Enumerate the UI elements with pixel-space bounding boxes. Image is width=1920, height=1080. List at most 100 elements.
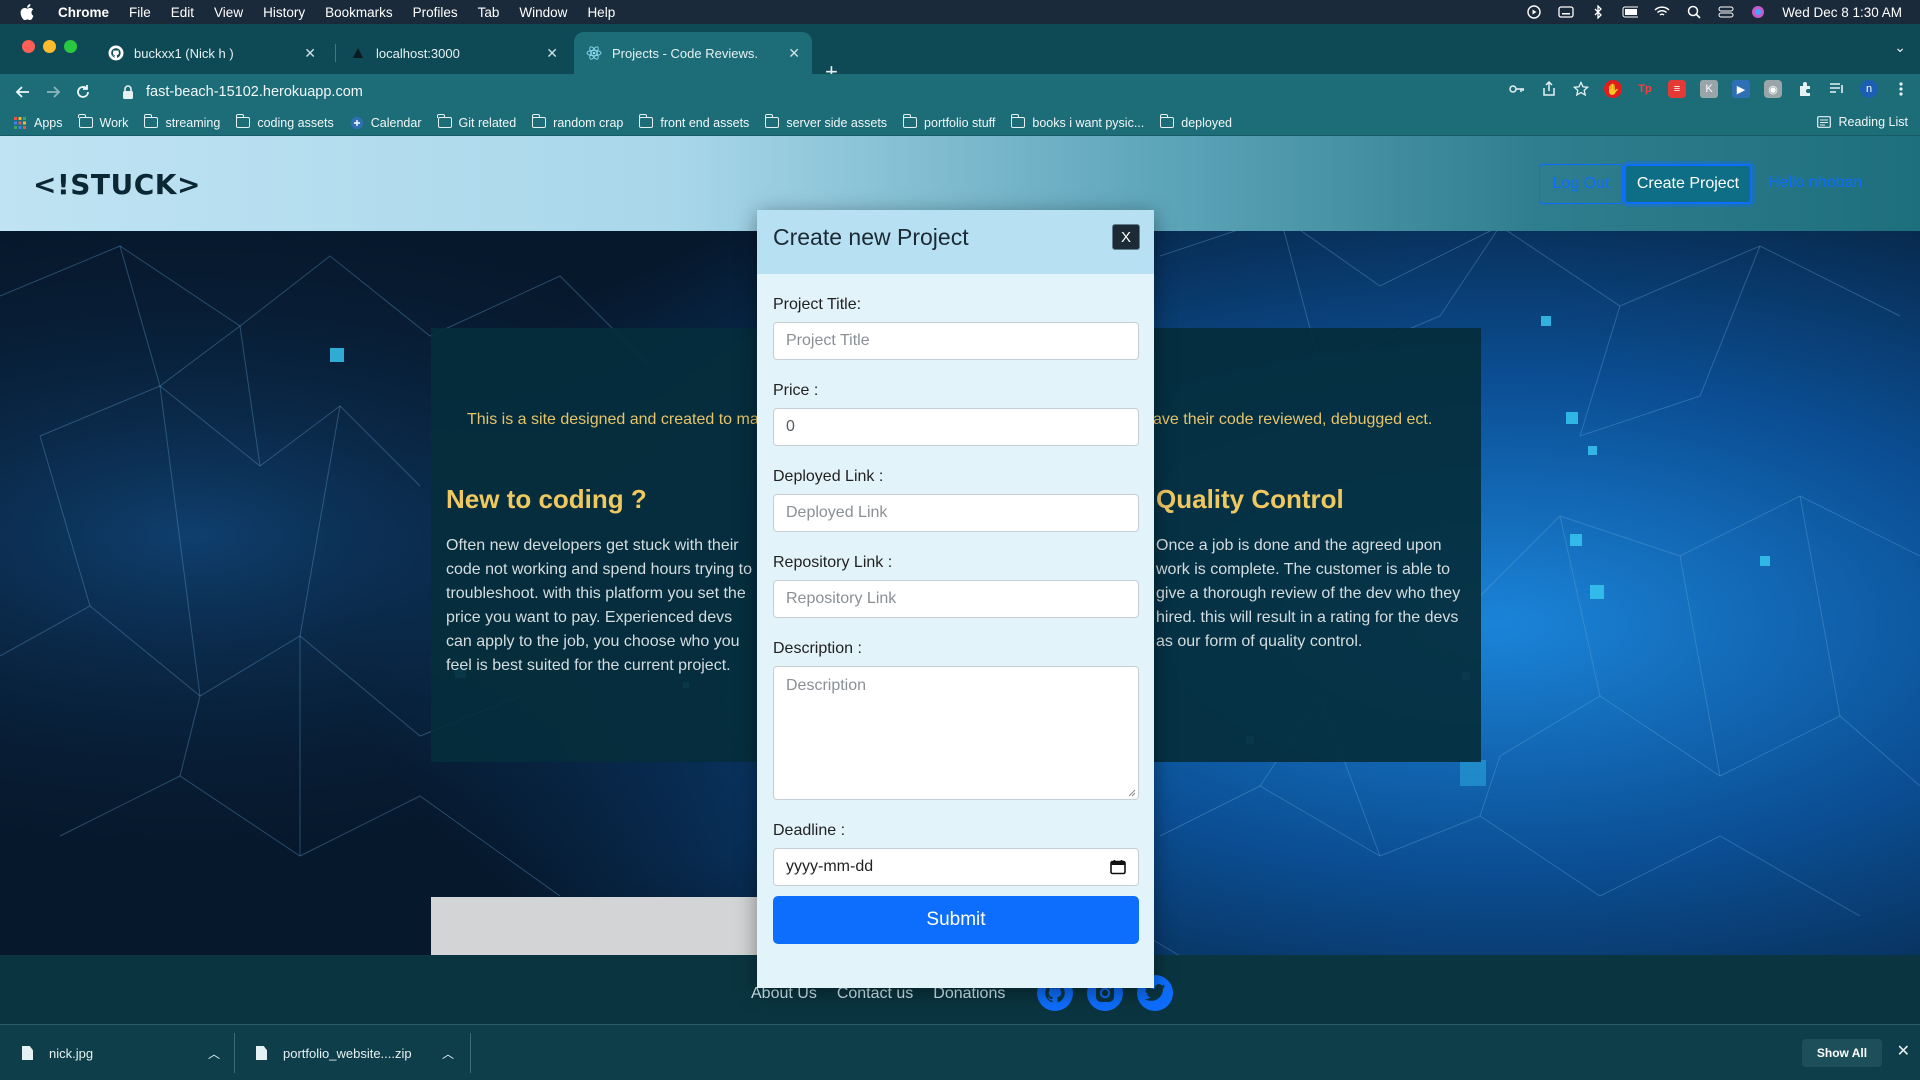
tab-projects-active[interactable]: Projects - Code Reviews. ✕ <box>574 32 812 74</box>
camera-extension-icon[interactable]: ◉ <box>1764 80 1782 98</box>
create-project-button[interactable]: Create Project <box>1624 164 1752 204</box>
menu-help[interactable]: Help <box>587 5 615 20</box>
bookmark-calendar[interactable]: Calendar <box>350 116 422 130</box>
address-bar[interactable]: fast-beach-15102.herokuapp.com <box>110 77 1710 107</box>
k-extension-icon[interactable]: K <box>1700 80 1718 98</box>
menu-history[interactable]: History <box>263 5 305 20</box>
menubar-clock[interactable]: Wed Dec 8 1:30 AM <box>1782 5 1902 20</box>
media-queue-icon[interactable] <box>1828 80 1846 98</box>
wifi-icon[interactable] <box>1654 5 1670 19</box>
apple-icon[interactable] <box>20 4 36 20</box>
deployed-link-input[interactable]: Deployed Link <box>773 494 1139 532</box>
repository-link-input[interactable]: Repository Link <box>773 580 1139 618</box>
site-logo[interactable]: <!STUCK> <box>33 168 201 201</box>
bookmark-label: streaming <box>165 115 221 130</box>
adblock-extension-icon[interactable]: ✋ <box>1604 80 1622 98</box>
tab-close-icon[interactable]: ✕ <box>788 45 800 62</box>
tp-extension-icon[interactable]: Tp <box>1636 80 1654 98</box>
resize-handle-icon[interactable] <box>1128 789 1136 797</box>
puzzle-extensions-icon[interactable] <box>1796 80 1814 98</box>
menubar-status-area: Wed Dec 8 1:30 AM <box>1526 0 1902 24</box>
react-icon <box>586 45 602 61</box>
bookmark-folder-work[interactable]: Work <box>78 114 128 130</box>
bookmark-folder-random-crap[interactable]: random crap <box>531 114 623 130</box>
bluetooth-icon[interactable] <box>1590 5 1606 19</box>
folder-icon <box>235 114 251 128</box>
control-center-icon[interactable] <box>1718 5 1734 19</box>
menu-bookmarks[interactable]: Bookmarks <box>325 5 393 20</box>
bookmark-apps[interactable]: Apps <box>14 116 63 130</box>
section-title-new-to-coding: New to coding ? <box>446 484 647 514</box>
folder-icon <box>78 114 93 128</box>
price-label: Price : <box>773 382 819 399</box>
description-textarea[interactable]: Description <box>773 666 1139 800</box>
repository-link-label: Repository Link : <box>773 554 893 571</box>
tab-close-icon[interactable]: ✕ <box>546 45 558 62</box>
download-item-portfolio-zip[interactable]: portfolio_website....zip ︿ <box>256 1025 454 1080</box>
stack-extension-icon[interactable]: ≡ <box>1668 80 1686 98</box>
menu-file[interactable]: File <box>129 5 151 20</box>
key-icon[interactable] <box>1508 80 1526 98</box>
modal-close-button[interactable]: X <box>1112 224 1140 250</box>
bookmark-label: Git related <box>458 115 517 130</box>
project-title-input[interactable]: Project Title <box>773 322 1139 360</box>
intro-text-left: This is a site designed and created to m… <box>467 411 759 428</box>
download-item-nick-jpg[interactable]: nick.jpg ︿ <box>22 1025 220 1080</box>
menu-tab[interactable]: Tab <box>478 5 500 20</box>
tab-close-icon[interactable]: ✕ <box>304 45 316 62</box>
menu-edit[interactable]: Edit <box>171 5 194 20</box>
tab-search-chevron-icon[interactable]: ⌄ <box>1894 39 1906 56</box>
bookmark-folder-coding-assets[interactable]: coding assets <box>235 114 334 130</box>
folder-icon <box>143 114 159 128</box>
modal-header: Create new Project X <box>757 210 1154 274</box>
keyboard-icon[interactable] <box>1558 5 1574 19</box>
deadline-date-input[interactable]: yyyy-mm-dd <box>773 848 1139 886</box>
bookmark-folder-portfolio-stuff[interactable]: portfolio stuff <box>902 114 995 130</box>
minimize-window-button[interactable] <box>43 40 56 53</box>
section-text-new-to-coding: Often new developers get stuck with thei… <box>446 537 752 674</box>
bookmark-folder-books[interactable]: books i want pysic... <box>1010 114 1145 130</box>
folder-icon <box>1159 114 1175 128</box>
logout-button[interactable]: Log Out <box>1539 164 1623 204</box>
bookmark-label: server side assets <box>786 115 888 130</box>
section-title-quality-control: Quality Control <box>1156 484 1344 514</box>
reading-list-button[interactable]: Reading List <box>1816 115 1908 129</box>
profile-avatar[interactable]: n <box>1860 80 1878 98</box>
submit-button[interactable]: Submit <box>773 896 1139 944</box>
bookmark-star-icon[interactable] <box>1572 80 1590 98</box>
forward-button[interactable] <box>38 77 68 107</box>
price-input[interactable]: 0 <box>773 408 1139 446</box>
bookmark-folder-deployed[interactable]: deployed <box>1159 114 1232 130</box>
menu-view[interactable]: View <box>214 5 243 20</box>
reload-button[interactable] <box>68 77 98 107</box>
chevron-up-icon[interactable]: ︿ <box>442 1045 454 1062</box>
kebab-menu-icon[interactable] <box>1892 80 1910 98</box>
menu-window[interactable]: Window <box>519 5 567 20</box>
zoom-window-button[interactable] <box>64 40 77 53</box>
siri-icon[interactable] <box>1750 5 1766 19</box>
chevron-up-icon[interactable]: ︿ <box>208 1045 220 1062</box>
tab-localhost[interactable]: localhost:3000 ✕ <box>338 32 570 74</box>
user-greeting-link[interactable]: Hello nhoban <box>1768 174 1862 192</box>
downloads-separator <box>234 1033 235 1073</box>
back-button[interactable] <box>8 77 38 107</box>
battery-icon[interactable] <box>1622 5 1639 19</box>
bookmark-folder-git-related[interactable]: Git related <box>437 114 517 130</box>
bookmark-folder-streaming[interactable]: streaming <box>143 114 221 130</box>
browser-tab-strip: buckxx1 (Nick h ) ✕ localhost:3000 ✕ Pro… <box>0 24 1920 84</box>
spotlight-search-icon[interactable] <box>1686 5 1702 19</box>
show-all-downloads-button[interactable]: Show All <box>1802 1039 1882 1067</box>
play-circle-icon[interactable] <box>1526 5 1542 19</box>
browser-toolbar: fast-beach-15102.herokuapp.com ✋ Tp ≡ K … <box>0 74 1920 110</box>
cast-extension-icon[interactable]: ▶ <box>1732 80 1750 98</box>
share-icon[interactable] <box>1540 80 1558 98</box>
menu-app-chrome[interactable]: Chrome <box>58 5 109 20</box>
close-window-button[interactable] <box>22 40 35 53</box>
bookmark-folder-server-side-assets[interactable]: server side assets <box>764 114 888 130</box>
tab-github[interactable]: buckxx1 (Nick h ) ✕ <box>96 32 328 74</box>
bookmark-label: books i want pysic... <box>1032 115 1145 130</box>
close-downloads-bar-icon[interactable]: ✕ <box>1897 1041 1910 1061</box>
menu-profiles[interactable]: Profiles <box>413 5 458 20</box>
calendar-picker-icon[interactable] <box>1110 859 1126 875</box>
bookmark-folder-front-end-assets[interactable]: front end assets <box>638 114 749 130</box>
